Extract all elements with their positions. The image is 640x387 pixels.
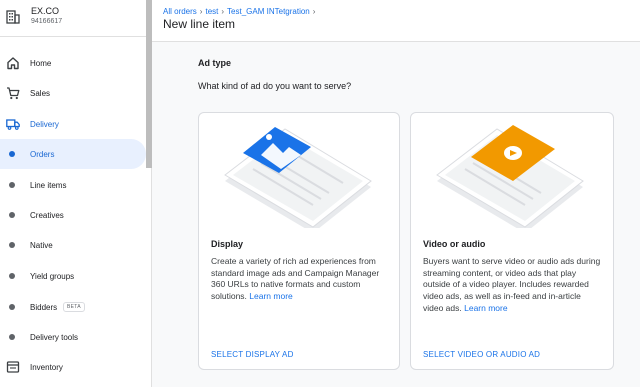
nav-inventory-label: Inventory (30, 362, 63, 372)
nav-home[interactable]: Home (0, 48, 146, 78)
chevron-right-icon: › (312, 7, 316, 16)
nav-delivery-label: Delivery (30, 119, 59, 129)
truck-icon (6, 119, 20, 130)
nav-sales-label: Sales (30, 88, 51, 98)
nav-delivery-tools-label: Delivery tools (30, 332, 79, 342)
nav-bidders[interactable]: Bidders BETA (0, 292, 146, 322)
nav-native-label: Native (30, 240, 53, 250)
nav-line-items-label: Line items (30, 180, 67, 190)
breadcrumb-order[interactable]: test (205, 7, 218, 16)
nav-creatives-label: Creatives (30, 210, 64, 220)
nav-line-items[interactable]: Line items (0, 170, 146, 200)
video-card-description-text: Buyers want to serve video or audio ads … (423, 256, 601, 313)
video-learn-more-link[interactable]: Learn more (464, 303, 507, 313)
nav-native[interactable]: Native (0, 230, 146, 260)
nav-home-label: Home (30, 58, 52, 68)
ad-type-question: What kind of ad do you want to serve? (198, 81, 352, 91)
inventory-icon (6, 361, 20, 373)
select-display-ad-button[interactable]: SELECT DISPLAY AD (211, 350, 294, 359)
bullet-icon (9, 273, 15, 279)
bullet-icon (9, 334, 15, 340)
home-icon (7, 57, 19, 70)
sidebar: EX.CO 94166617 Home Sales Delivery Order… (0, 0, 152, 387)
display-card-description-text: Create a variety of rich ad experiences … (211, 256, 380, 302)
page-header: All orders › test › Test_GAM INTetgratio… (152, 0, 640, 42)
bullet-icon (9, 304, 15, 310)
breadcrumb: All orders › test › Test_GAM INTetgratio… (163, 7, 318, 16)
nav-inventory[interactable]: Inventory (0, 352, 146, 382)
bullet-icon (9, 212, 15, 218)
beta-badge: BETA (63, 302, 85, 312)
display-ad-illustration (224, 127, 372, 228)
display-card-title: Display (211, 239, 244, 249)
bullet-icon (9, 151, 15, 157)
nav-bidders-label: Bidders (30, 302, 58, 312)
chevron-right-icon: › (199, 7, 203, 16)
nav-yield-groups[interactable]: Yield groups (0, 261, 146, 291)
video-ad-illustration (436, 125, 584, 228)
display-learn-more-link[interactable]: Learn more (249, 291, 292, 301)
bullet-icon (9, 242, 15, 248)
account-switcher[interactable]: EX.CO 94166617 (6, 6, 62, 32)
cart-icon (7, 87, 20, 100)
main-content: Ad type What kind of ad do you want to s… (152, 42, 640, 387)
nav-orders[interactable]: Orders (0, 139, 146, 169)
nav-creatives[interactable]: Creatives (0, 200, 146, 230)
display-ad-card[interactable]: Display Create a variety of rich ad expe… (198, 112, 400, 370)
nav-sales[interactable]: Sales (0, 78, 146, 108)
display-card-description: Create a variety of rich ad experiences … (211, 256, 391, 303)
nav-delivery-tools[interactable]: Delivery tools (0, 322, 146, 352)
nav-yield-groups-label: Yield groups (30, 271, 75, 281)
select-video-or-audio-ad-button[interactable]: SELECT VIDEO OR AUDIO AD (423, 350, 540, 359)
video-ad-card[interactable]: Video or audio Buyers want to serve vide… (410, 112, 614, 370)
bullet-icon (9, 182, 15, 188)
breadcrumb-line-item-group[interactable]: Test_GAM INTetgration (227, 7, 310, 16)
video-card-description: Buyers want to serve video or audio ads … (423, 256, 603, 315)
building-icon (6, 10, 20, 24)
nav-orders-label: Orders (30, 149, 55, 159)
breadcrumb-all-orders[interactable]: All orders (163, 7, 197, 16)
ad-type-heading: Ad type (198, 58, 232, 68)
sidebar-divider (0, 36, 146, 37)
chevron-right-icon: › (221, 7, 225, 16)
page-title: New line item (163, 17, 236, 31)
account-name: EX.CO (31, 6, 60, 16)
video-card-title: Video or audio (423, 239, 486, 249)
account-id: 94166617 (31, 18, 63, 25)
nav-delivery[interactable]: Delivery (0, 109, 146, 139)
